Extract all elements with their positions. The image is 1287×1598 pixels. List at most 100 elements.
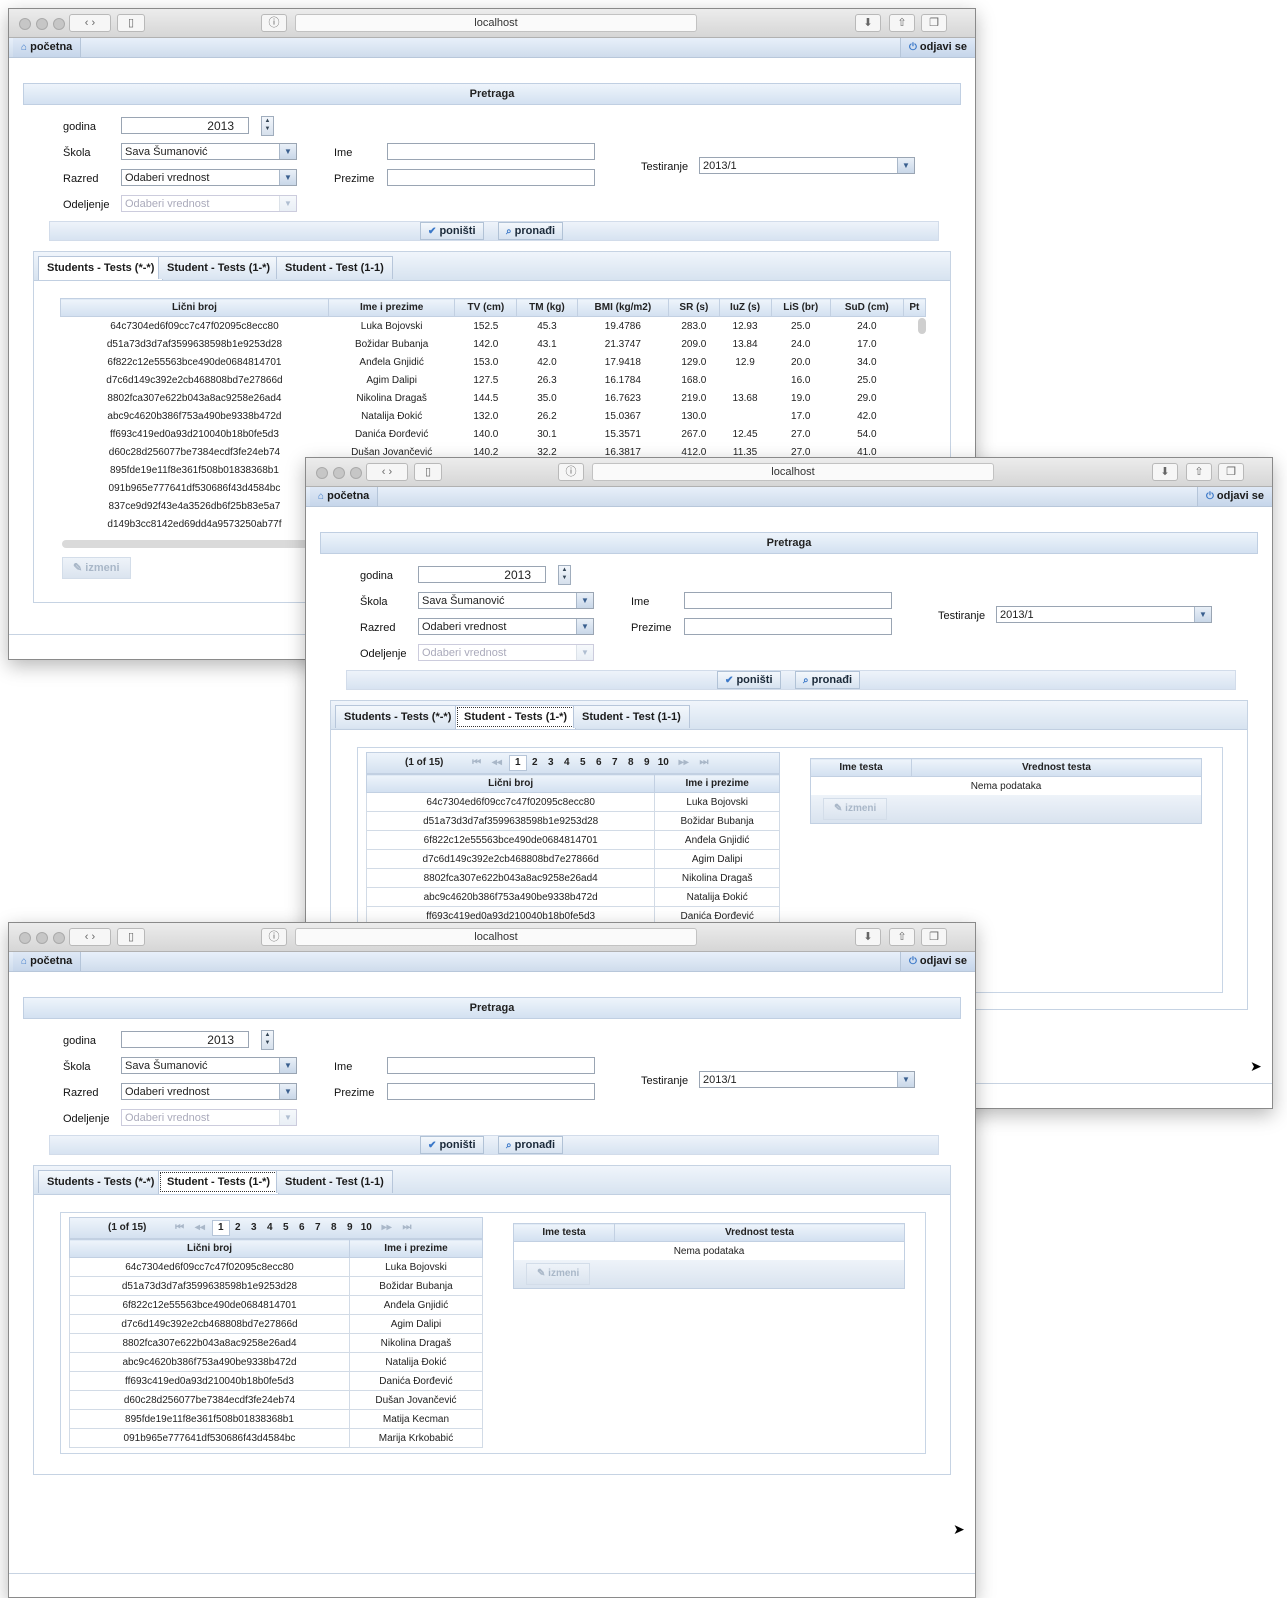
url-bar[interactable]: localhost — [592, 463, 994, 481]
table-row[interactable]: 6f822c12e55563bce490de0684814701 Anđela G… — [365, 830, 780, 850]
column-header[interactable]: Ime i prezime — [327, 298, 456, 317]
prezime-input[interactable] — [387, 169, 595, 186]
page-number-button[interactable]: 4 — [262, 1218, 278, 1238]
column-header[interactable]: Lični broj — [60, 298, 329, 317]
table-row[interactable]: d7c6d149c392e2cb468808bd7e27866d Agim Dal… — [69, 1314, 484, 1334]
first-page-icon[interactable]: ⏮ — [171, 1218, 188, 1238]
tab-students-tests[interactable]: Students - Tests (*-*) — [38, 256, 164, 280]
razred-select[interactable]: Odaberi vrednost ▼ — [418, 618, 594, 635]
godina-spinner[interactable]: ▲ ▼ — [261, 116, 274, 136]
next-page-icon[interactable]: ▸▸ — [378, 1218, 396, 1238]
godina-input[interactable]: 2013 — [121, 117, 249, 134]
info-icon[interactable]: ⓘ — [558, 463, 584, 481]
tabs-icon[interactable]: ❐ — [1218, 463, 1244, 481]
tabs-icon[interactable]: ❐ — [921, 928, 947, 946]
ime-input[interactable] — [387, 1057, 595, 1074]
table-row[interactable]: d51a73d3d7af3599638598b1e9253d28 Božidar … — [69, 1276, 484, 1296]
last-page-icon[interactable]: ⏭ — [398, 1218, 415, 1238]
page-number-button[interactable]: 9 — [639, 753, 655, 773]
ime-input[interactable] — [387, 143, 595, 160]
page-number-button[interactable]: 2 — [527, 753, 543, 773]
table-row[interactable]: 091b965e777641df530686f43d4584bc Marija K… — [69, 1428, 484, 1448]
next-page-icon[interactable]: ▸▸ — [675, 753, 693, 773]
download-icon[interactable]: ⬇ — [855, 14, 881, 32]
tab-student-test[interactable]: Student - Test (1-1) — [276, 256, 393, 279]
back-forward-buttons[interactable]: ‹ › — [69, 14, 111, 32]
skola-select[interactable]: Sava Šumanović ▼ — [418, 592, 594, 609]
logout-button[interactable]: ⏻ odjavi se — [1196, 487, 1272, 506]
table-row[interactable]: d7c6d149c392e2cb468808bd7e27866d Agim Dal… — [61, 371, 926, 389]
godina-input[interactable]: 2013 — [121, 1031, 249, 1048]
sidebar-icon[interactable]: ▯ — [117, 14, 145, 32]
first-page-icon[interactable]: ⏮ — [468, 753, 485, 773]
table-row[interactable]: 6f822c12e55563bce490de0684814701 Anđela G… — [61, 353, 926, 371]
page-number-button[interactable]: 1 — [508, 755, 527, 771]
page-number-button[interactable]: 3 — [543, 753, 559, 773]
home-button[interactable]: ⌂ početna — [310, 487, 379, 506]
find-button[interactable]: ⌕ pronađi — [498, 1136, 564, 1154]
window-controls[interactable] — [316, 467, 367, 482]
table-row[interactable]: 64c7304ed6f09cc7c47f02095c8ecc80 Luka Boj… — [61, 317, 926, 336]
page-number-button[interactable]: 5 — [278, 1218, 294, 1238]
razred-select[interactable]: Odaberi vrednost ▼ — [121, 1083, 297, 1100]
page-number-button[interactable]: 1 — [211, 1220, 230, 1236]
back-forward-buttons[interactable]: ‹ › — [366, 463, 408, 481]
reset-button[interactable]: ✔ poništi — [717, 671, 781, 689]
sidebar-icon[interactable]: ▯ — [414, 463, 442, 481]
page-number-button[interactable]: 6 — [294, 1218, 310, 1238]
table-row[interactable]: d51a73d3d7af3599638598b1e9253d28 Božidar … — [365, 811, 780, 831]
find-button[interactable]: ⌕ pronađi — [795, 671, 861, 689]
info-icon[interactable]: ⓘ — [261, 14, 287, 32]
prezime-input[interactable] — [387, 1083, 595, 1100]
table-row[interactable]: ff693c419ed0a93d210040b18b0fe5d3 Danića Đ… — [69, 1371, 484, 1391]
edit-button[interactable]: ✎ izmeni — [823, 798, 888, 820]
page-number-button[interactable]: 7 — [607, 753, 623, 773]
column-header[interactable]: LiS (br) — [770, 298, 831, 317]
table-row[interactable]: d51a73d3d7af3599638598b1e9253d28 Božidar … — [61, 335, 926, 353]
share-icon[interactable]: ⇧ — [889, 14, 915, 32]
logout-button[interactable]: ⏻ odjavi se — [899, 952, 975, 971]
page-number-button[interactable]: 6 — [591, 753, 607, 773]
table-row[interactable]: 8802fca307e622b043a8ac9258e26ad4 Nikolina… — [61, 389, 926, 407]
last-page-icon[interactable]: ⏭ — [695, 753, 712, 773]
prev-page-icon[interactable]: ◂◂ — [488, 753, 506, 773]
download-icon[interactable]: ⬇ — [1152, 463, 1178, 481]
page-number-button[interactable]: 7 — [310, 1218, 326, 1238]
column-header[interactable]: SuD (cm) — [829, 298, 904, 317]
home-button[interactable]: ⌂ početna — [13, 38, 82, 57]
column-header[interactable]: BMI (kg/m2) — [576, 298, 670, 317]
tab-student-tests[interactable]: Student - Tests (1-*) — [158, 256, 280, 279]
edit-button[interactable]: ✎ izmeni — [526, 1263, 591, 1285]
download-icon[interactable]: ⬇ — [855, 928, 881, 946]
godina-spinner[interactable]: ▲ ▼ — [261, 1030, 274, 1050]
window-controls[interactable] — [19, 18, 70, 33]
page-number-button[interactable]: 10 — [655, 753, 672, 773]
tab-students-tests[interactable]: Students - Tests (*-*) — [38, 1170, 164, 1193]
vertical-scrollbar[interactable] — [918, 318, 926, 334]
share-icon[interactable]: ⇧ — [889, 928, 915, 946]
table-row[interactable]: abc9c4620b386f753a490be9338b472d Natalija… — [61, 407, 926, 425]
razred-select[interactable]: Odaberi vrednost ▼ — [121, 169, 297, 186]
tab-student-tests[interactable]: Student - Tests (1-*) — [158, 1170, 280, 1194]
godina-input[interactable]: 2013 — [418, 566, 546, 583]
edit-button[interactable]: ✎ izmeni — [62, 557, 131, 579]
find-button[interactable]: ⌕ pronađi — [498, 222, 564, 240]
logout-button[interactable]: ⏻ odjavi se — [899, 38, 975, 57]
testiranje-select[interactable]: 2013/1 ▼ — [699, 1071, 915, 1088]
prev-page-icon[interactable]: ◂◂ — [191, 1218, 209, 1238]
column-header[interactable]: TM (kg) — [516, 298, 578, 317]
tab-student-tests[interactable]: Student - Tests (1-*) — [455, 705, 577, 729]
prezime-input[interactable] — [684, 618, 892, 635]
testiranje-select[interactable]: 2013/1 ▼ — [699, 157, 915, 174]
testiranje-select[interactable]: 2013/1 ▼ — [996, 606, 1212, 623]
skola-select[interactable]: Sava Šumanović ▼ — [121, 143, 297, 160]
page-number-button[interactable]: 8 — [623, 753, 639, 773]
skola-select[interactable]: Sava Šumanović ▼ — [121, 1057, 297, 1074]
column-header[interactable]: SR (s) — [668, 298, 720, 317]
url-bar[interactable]: localhost — [295, 928, 697, 946]
table-row[interactable]: 6f822c12e55563bce490de0684814701 Anđela G… — [69, 1295, 484, 1315]
column-header[interactable]: TV (cm) — [454, 298, 518, 317]
table-row[interactable]: 64c7304ed6f09cc7c47f02095c8ecc80 Luka Boj… — [69, 1257, 484, 1277]
page-number-button[interactable]: 4 — [559, 753, 575, 773]
reset-button[interactable]: ✔ poništi — [420, 1136, 484, 1154]
